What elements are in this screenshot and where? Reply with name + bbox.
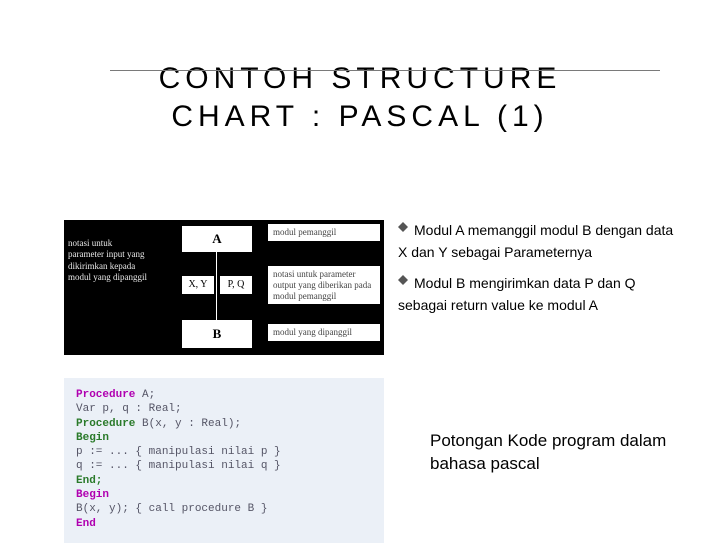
connector-line — [216, 252, 217, 320]
code-line: p := ... { manipulasi nilai p } — [76, 445, 372, 459]
code-line: B(x, y); { call procedure B } — [76, 502, 372, 516]
code-line: Procedure A; — [76, 388, 372, 402]
bullet-diamond-icon — [398, 270, 408, 280]
content-row: notasi untuk parameter input yang dikiri… — [64, 220, 680, 355]
code-line: q := ... { manipulasi nilai q } — [76, 459, 372, 473]
title-line-2: CHART : PASCAL (1) — [171, 100, 548, 133]
code-line: End; — [76, 474, 372, 488]
bullet-item: Modul A memanggil modul B dengan data X … — [398, 220, 680, 263]
param-out-label: P, Q — [220, 276, 252, 294]
code-caption: Potongan Kode program dalam bahasa pasca… — [430, 430, 670, 476]
code-line: Begin — [76, 488, 372, 502]
module-a-box: A — [182, 226, 252, 252]
keyword: Procedure — [76, 389, 135, 401]
code-line: End — [76, 517, 372, 531]
diagram-note-callee: modul yang dipanggil — [268, 324, 380, 341]
module-b-box: B — [182, 320, 252, 348]
structure-chart-diagram: notasi untuk parameter input yang dikiri… — [64, 220, 384, 355]
code-line: Procedure B(x, y : Real); — [76, 417, 372, 431]
slide-title: CONTOH STRUCTURE CHART : PASCAL (1) — [0, 60, 720, 135]
bullet-diamond-icon — [398, 217, 408, 227]
bullet-text: Modul A memanggil modul B dengan data X … — [398, 222, 673, 260]
bullet-list: Modul A memanggil modul B dengan data X … — [398, 220, 680, 355]
code-line: Begin — [76, 431, 372, 445]
code-line: Var p, q : Real; — [76, 402, 372, 416]
rule-line — [110, 70, 660, 71]
param-in-label: X, Y — [182, 276, 214, 294]
diagram-note-output: notasi untuk parameter output yang diber… — [268, 266, 380, 304]
code-snippet: Procedure A; Var p, q : Real; Procedure … — [64, 378, 384, 543]
keyword: Procedure — [76, 418, 135, 430]
diagram-left-note: notasi untuk parameter input yang dikiri… — [68, 238, 150, 283]
diagram-note-caller: modul pemanggil — [268, 224, 380, 241]
title-block: CONTOH STRUCTURE CHART : PASCAL (1) — [0, 0, 720, 135]
bullet-text: Modul B mengirimkan data P dan Q sebagai… — [398, 275, 636, 313]
bullet-item: Modul B mengirimkan data P dan Q sebagai… — [398, 273, 680, 316]
title-line-1: CONTOH STRUCTURE — [159, 62, 562, 95]
